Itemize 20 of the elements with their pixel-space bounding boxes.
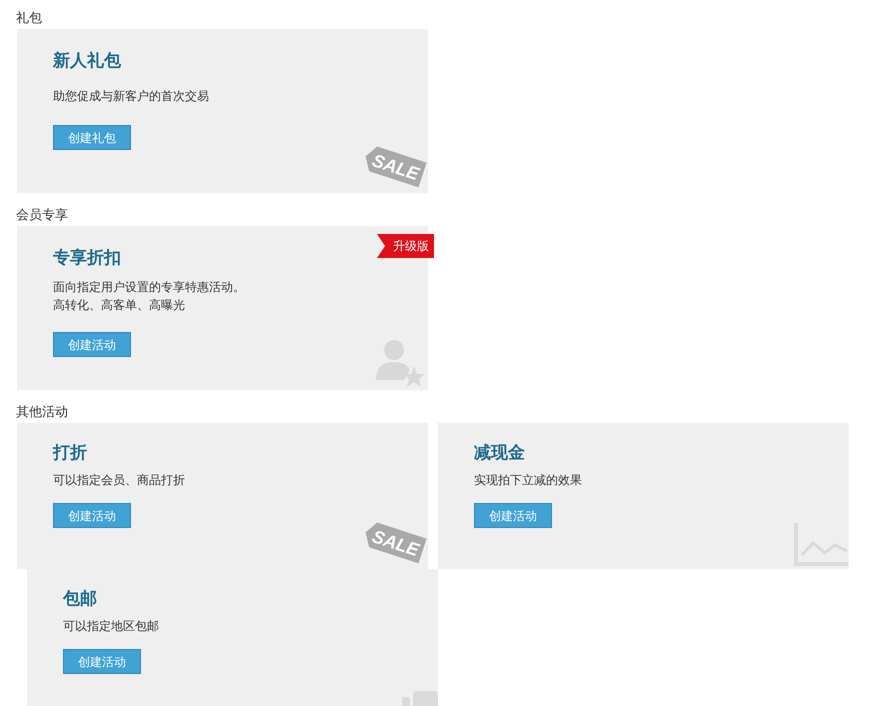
card-description: 可以指定地区包邮 bbox=[63, 618, 160, 635]
create-button[interactable]: 创建活动 bbox=[53, 503, 131, 528]
section-label: 其他活动 bbox=[16, 403, 69, 421]
create-button[interactable]: 创建活动 bbox=[63, 649, 141, 674]
card-description: 实现拍下立减的效果 bbox=[474, 472, 583, 489]
card-title: 包邮 bbox=[63, 588, 98, 611]
card-description: 助您促成与新客户的首次交易 bbox=[53, 88, 210, 105]
upgrade-ribbon: 升级版 bbox=[377, 234, 434, 258]
card-description: 可以指定会员、商品打折 bbox=[53, 472, 186, 489]
card-description: 面向指定用户设置的专享特惠活动。 bbox=[53, 279, 246, 296]
section-label: 礼包 bbox=[16, 9, 43, 27]
create-button[interactable]: 创建活动 bbox=[474, 503, 552, 528]
card-title: 打折 bbox=[53, 442, 88, 465]
create-button[interactable]: 创建活动 bbox=[53, 332, 131, 357]
card-title: 减现金 bbox=[474, 442, 526, 465]
section-label: 会员专享 bbox=[16, 206, 69, 224]
card-description: 高转化、高客单、高曝光 bbox=[53, 297, 186, 314]
line-chart-icon bbox=[793, 521, 849, 567]
create-button[interactable]: 创建礼包 bbox=[53, 125, 131, 150]
card-title: 新人礼包 bbox=[53, 50, 122, 73]
